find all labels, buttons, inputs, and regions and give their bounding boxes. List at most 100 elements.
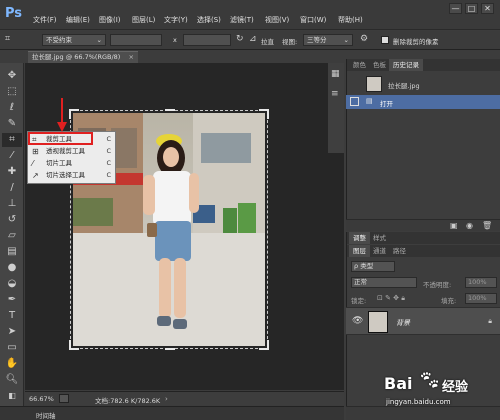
type-tool-icon[interactable]: T [2,309,22,323]
app-logo: Ps [5,6,23,21]
width-input[interactable] [110,34,162,46]
menu-layer[interactable]: 图层(L) [132,15,155,25]
zoom-tool-icon[interactable]: 🔍︎ [2,373,22,387]
perspective-crop-icon: ⊞ [32,147,39,156]
menu-edit[interactable]: 编辑(E) [66,15,90,25]
chevron-right-icon[interactable]: › [165,395,168,403]
flyout-item-shortcut: C [106,135,111,143]
opacity-input[interactable]: 100% [465,277,497,288]
delete-cropped-checkbox[interactable] [381,36,389,44]
menu-help[interactable]: 帮助(H) [338,15,363,25]
hand-tool-icon[interactable]: ✋ [2,357,22,371]
tab-adjustments[interactable]: 调整 [349,232,370,244]
view-overlay-select[interactable]: 三等分 ⌄ [303,34,353,46]
layer-name[interactable]: 背景 [396,318,410,328]
crop-handle-top-left[interactable] [69,109,79,119]
crop-handle-top-right[interactable] [259,109,269,119]
history-icon[interactable]: ▦ [331,69,340,79]
ratio-value: 不受约束 [46,36,72,44]
healing-brush-tool-icon[interactable]: ✚ [2,165,22,179]
flyout-item-perspective-crop[interactable]: ⊞ 透视裁剪工具 C [28,146,115,157]
tab-history[interactable]: 历史记录 [389,59,423,71]
layer-filter-select[interactable]: ρ 类型 [351,261,395,272]
highlight-box [28,132,93,145]
brush-presets-icon[interactable]: ≡ [331,89,339,99]
ratio-select[interactable]: 不受约束 ⌄ [42,34,106,46]
flyout-item-slice[interactable]: ⁄ 切片工具 C [28,158,115,169]
brush-tool-icon[interactable]: / [2,181,22,195]
tab-channels[interactable]: 通道 [369,245,390,257]
gear-icon[interactable]: ⚙ [360,34,368,44]
zoom-level[interactable]: 66.67% [29,395,54,403]
flyout-item-label: 透视裁剪工具 [46,147,85,155]
color-swatches-icon[interactable]: ◧ [2,389,22,403]
trash-icon[interactable]: 🗑︎ [482,221,492,230]
crop-handle-bottom[interactable] [165,348,175,350]
blend-mode-select[interactable]: 正常 [351,277,417,288]
crop-handle-bottom-right[interactable] [259,340,269,350]
timeline-bar[interactable]: 时间轴 [0,406,344,420]
gradient-tool-icon[interactable]: ▤ [2,245,22,259]
menu-select[interactable]: 选择(S) [197,15,221,25]
watermark-brand: Bai [384,374,413,393]
layer-row[interactable]: 👁︎ 背景 🔒︎ [346,307,500,335]
menu-view[interactable]: 视图(V) [265,15,289,25]
menu-type[interactable]: 文字(Y) [164,15,188,25]
crop-handle-bottom-left[interactable] [69,340,79,350]
adjust-panel-tabs: 调整 样式 [347,232,500,244]
straighten-label[interactable]: 拉直 [261,36,274,46]
crop-tool-preset-icon[interactable]: ⌗ [5,34,10,44]
crop-handle-top[interactable] [165,109,175,111]
window-controls: — □ ✕ [449,3,494,14]
crop-tool-icon[interactable]: ⌗ [2,133,22,147]
tab-swatches[interactable]: 色板 [369,59,390,71]
minimize-button[interactable]: — [449,3,462,14]
history-brush-tool-icon[interactable]: ↺ [2,213,22,227]
move-tool-icon[interactable]: ✥ [2,69,22,83]
paw-icon: 🐾︎ [418,370,441,391]
blur-tool-icon[interactable]: ● [2,261,22,275]
new-document-icon[interactable]: ▣ [450,221,458,230]
menu-filter[interactable]: 滤镜(T) [230,15,254,25]
close-tab-icon[interactable]: × [129,52,134,63]
pen-tool-icon[interactable]: ✒ [2,293,22,307]
clear-icon[interactable]: ↻ [236,34,244,44]
maximize-button[interactable]: □ [465,3,478,14]
history-snapshot[interactable]: 拉长腿.jpg [346,74,500,94]
tab-layers[interactable]: 图层 [349,245,370,257]
height-input[interactable] [183,34,231,46]
history-step[interactable]: ▤ 打开 [346,95,500,109]
fill-input[interactable]: 100% [465,293,497,304]
menu-image[interactable]: 图像(I) [99,15,121,25]
shape-tool-icon[interactable]: ▭ [2,341,22,355]
fill-value: 100% [468,294,487,302]
tab-styles[interactable]: 样式 [369,232,390,244]
history-panel-tabs: 颜色 色板 历史记录 [347,59,500,71]
lock-icons[interactable]: ⊡ ✎ ✥ 🔒︎ [377,294,405,303]
quick-select-tool-icon[interactable]: ✎ [2,117,22,131]
eraser-tool-icon[interactable]: ▱ [2,229,22,243]
options-bar: ⌗ 不受约束 ⌄ x ↻ ⊿ 拉直 视图: 三等分 ⌄ ⚙ 删除裁剪的像素 [0,31,500,50]
eyedropper-tool-icon[interactable]: ⁄ [2,149,22,163]
eye-icon[interactable]: 👁︎ [352,316,363,326]
history-brush-source-icon[interactable] [350,97,359,106]
camera-icon[interactable]: ◉ [466,221,473,230]
clone-stamp-tool-icon[interactable]: ⊥ [2,197,22,211]
document-tab[interactable]: 拉长腿.jpg @ 66.7%(RGB/8) × [28,51,138,63]
menu-window[interactable]: 窗口(W) [300,15,326,25]
flyout-item-slice-select[interactable]: ↗ 切片选择工具 C [28,170,115,181]
lasso-tool-icon[interactable]: ℓ [2,101,22,115]
menu-bar: Ps 文件(F) 编辑(E) 图像(I) 图层(L) 文字(Y) 选择(S) 滤… [0,0,500,30]
tab-paths[interactable]: 路径 [389,245,410,257]
straighten-icon[interactable]: ⊿ [249,34,257,44]
swap-dimensions[interactable]: x [173,36,177,44]
close-button[interactable]: ✕ [481,3,494,14]
menu-file[interactable]: 文件(F) [33,15,57,25]
marquee-tool-icon[interactable]: ⬚ [2,85,22,99]
dodge-tool-icon[interactable]: ◒ [2,277,22,291]
snapshot-name: 拉长腿.jpg [388,82,420,90]
delete-cropped-label: 删除裁剪的像素 [393,38,439,46]
status-menu-icon[interactable] [59,394,69,403]
path-select-tool-icon[interactable]: ➤ [2,325,22,339]
tab-color[interactable]: 颜色 [349,59,370,71]
